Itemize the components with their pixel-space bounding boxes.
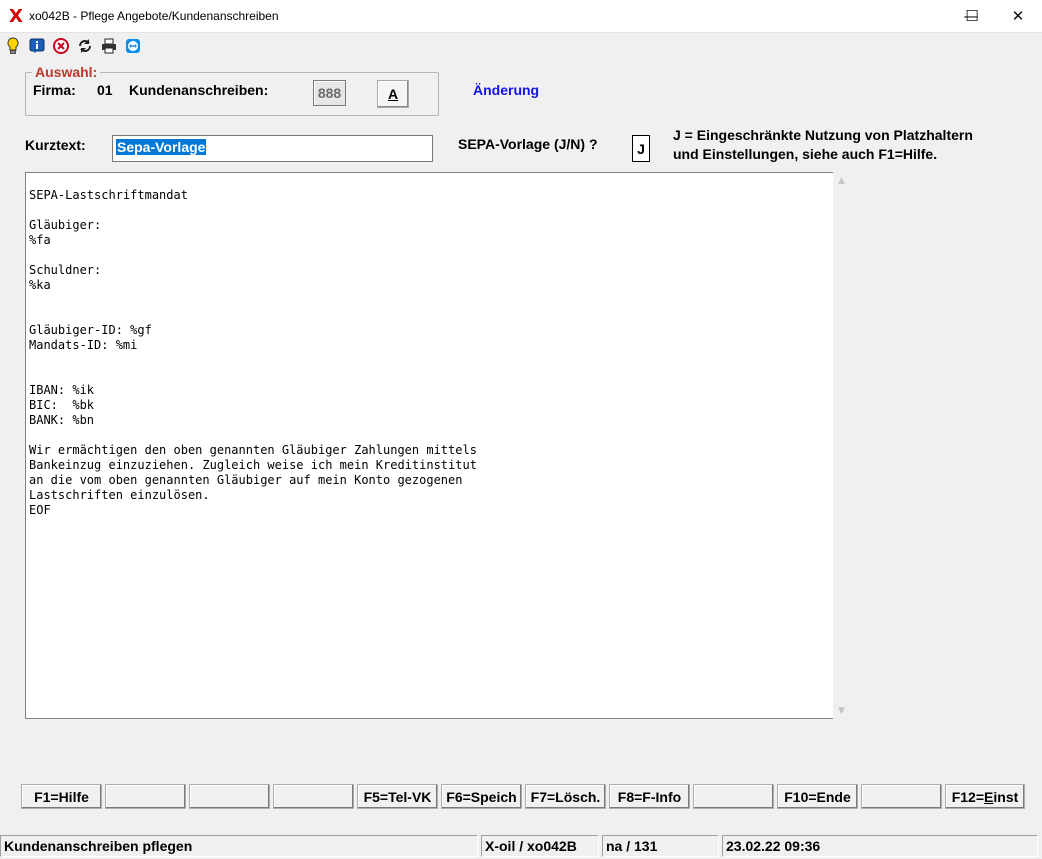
sepa-vorlage-input[interactable]: J <box>632 135 650 162</box>
teamviewer-icon[interactable] <box>124 37 142 55</box>
editor-scrollbar[interactable]: ▲ ▼ <box>833 172 850 719</box>
scroll-down-icon[interactable]: ▼ <box>833 702 850 719</box>
cancel-icon[interactable] <box>52 37 70 55</box>
scroll-up-icon[interactable]: ▲ <box>833 172 850 189</box>
window-title: xo042B - Pflege Angebote/Kundenanschreib… <box>29 9 279 23</box>
status-user: na / 131 <box>602 835 719 857</box>
firma-label: Firma: <box>33 82 76 98</box>
refresh-icon[interactable] <box>76 37 94 55</box>
mode-status: Änderung <box>473 82 540 98</box>
app-logo-icon: X <box>9 6 23 27</box>
f4-button[interactable] <box>273 784 354 809</box>
sepa-vorlage-label: SEPA-Vorlage (J/N) ? <box>458 136 598 152</box>
info-icon[interactable] <box>28 37 46 55</box>
letter-text: SEPA-Lastschriftmandat Gläubiger: %fa Sc… <box>29 188 477 517</box>
f8-info-button[interactable]: F8=F-Info <box>609 784 690 809</box>
status-program: X-oil / xo042B <box>481 835 599 857</box>
maximize-button[interactable]: ☐ <box>949 0 995 32</box>
f12-label-suffix: inst <box>993 788 1019 805</box>
status-message: Kundenanschreiben pflegen <box>0 835 478 857</box>
status-datetime: 23.02.22 09:36 <box>722 835 1038 857</box>
f6-save-button[interactable]: F6=Speich <box>441 784 522 809</box>
kurztext-value: Sepa-Vorlage <box>116 139 207 155</box>
close-button[interactable]: ✕ <box>995 0 1041 32</box>
f11-button[interactable] <box>861 784 942 809</box>
sepa-hint-text: J = Eingeschränkte Nutzung von Platzhalt… <box>673 127 973 162</box>
f3-button[interactable] <box>189 784 270 809</box>
letter-text-editor[interactable]: SEPA-Lastschriftmandat Gläubiger: %fa Sc… <box>25 172 834 719</box>
f5-tel-vk-button[interactable]: F5=Tel-VK <box>357 784 438 809</box>
f9-button[interactable] <box>693 784 774 809</box>
kundenanschreiben-label: Kundenanschreiben: <box>129 82 269 98</box>
kurztext-input[interactable]: Sepa-Vorlage <box>112 135 433 162</box>
f2-button[interactable] <box>105 784 186 809</box>
f10-exit-button[interactable]: F10=Ende <box>777 784 858 809</box>
f12-label-prefix: F12= <box>951 788 985 805</box>
selection-legend: Auswahl: <box>32 64 101 80</box>
f12-settings-button[interactable]: F12= Einst <box>945 784 1025 809</box>
f7-delete-button[interactable]: F7=Lösch. <box>525 784 606 809</box>
kurztext-label: Kurztext: <box>25 137 86 153</box>
f12-label-accesskey: E <box>984 788 994 805</box>
close-icon: ✕ <box>1011 7 1025 25</box>
maximize-icon: ☐ <box>965 7 979 25</box>
lightbulb-icon[interactable] <box>4 37 22 55</box>
firma-value: 01 <box>97 82 113 98</box>
mode-a-button[interactable]: A <box>377 80 409 108</box>
kundenanschreiben-number-field: 888 <box>313 80 346 106</box>
print-icon[interactable] <box>100 37 118 55</box>
f1-help-button[interactable]: F1=Hilfe <box>21 784 102 809</box>
